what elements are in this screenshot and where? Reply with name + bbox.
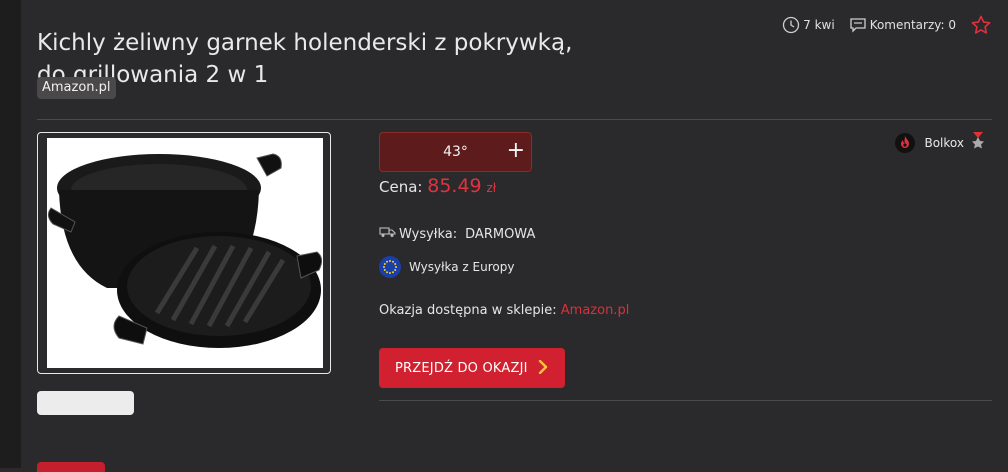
medal-badge-icon bbox=[970, 132, 986, 153]
star-icon bbox=[970, 14, 992, 36]
posted-date-text: 7 kwi bbox=[803, 18, 835, 32]
comment-icon bbox=[849, 17, 867, 33]
left-sidebar-strip bbox=[0, 0, 21, 468]
store-label: Okazja dostępna w sklepie: bbox=[379, 303, 557, 318]
shipping-label: Wysyłka: bbox=[399, 226, 458, 242]
clock-icon bbox=[782, 16, 800, 34]
go-to-deal-button[interactable]: PRZEJDŹ DO OKAZJI bbox=[379, 348, 565, 388]
author[interactable]: Bolkox bbox=[895, 132, 986, 153]
temperature-value: 43° bbox=[443, 144, 468, 160]
gallery-placeholder-button[interactable] bbox=[37, 391, 134, 415]
price-value: 85.49 bbox=[427, 175, 482, 197]
shipping-origin-row: Wysyłka z Europy bbox=[379, 256, 514, 278]
eu-flag-icon bbox=[379, 256, 401, 278]
shop-tag[interactable]: Amazon.pl bbox=[37, 77, 116, 99]
fire-avatar-icon bbox=[895, 132, 916, 153]
save-star-button[interactable] bbox=[970, 14, 992, 36]
header-divider bbox=[37, 119, 992, 120]
deal-title: Kichly żeliwny garnek holenderski z pokr… bbox=[37, 30, 573, 89]
chevron-right-icon bbox=[538, 359, 548, 378]
shipping-origin-text: Wysyłka z Europy bbox=[409, 260, 515, 274]
go-to-deal-label: PRZEJDŹ DO OKAZJI bbox=[395, 360, 528, 376]
author-name: Bolkox bbox=[924, 135, 964, 150]
shipping-row: Wysyłka: DARMOWA bbox=[379, 226, 535, 242]
deal-meta: 7 kwi Komentarzy: 0 bbox=[768, 14, 992, 36]
price-currency: zł bbox=[486, 181, 497, 195]
price-label: Cena: bbox=[379, 178, 423, 196]
product-image-frame[interactable] bbox=[37, 132, 331, 374]
shipping-value: DARMOWA bbox=[465, 226, 536, 242]
bottom-action-button[interactable] bbox=[37, 462, 105, 472]
posted-date: 7 kwi bbox=[782, 16, 835, 34]
price-row: Cena: 85.49 zł bbox=[379, 175, 496, 197]
comments-count: Komentarzy: 0 bbox=[869, 18, 956, 32]
comments-link[interactable]: Komentarzy: 0 bbox=[849, 17, 956, 33]
product-image bbox=[47, 138, 323, 368]
truck-icon bbox=[379, 226, 396, 242]
temperature-vote-box: 43° + bbox=[379, 132, 532, 172]
vote-up-button[interactable]: + bbox=[507, 139, 525, 163]
store-link[interactable]: Amazon.pl bbox=[561, 303, 630, 318]
content-divider bbox=[379, 400, 992, 401]
store-row: Okazja dostępna w sklepie: Amazon.pl bbox=[379, 303, 629, 318]
